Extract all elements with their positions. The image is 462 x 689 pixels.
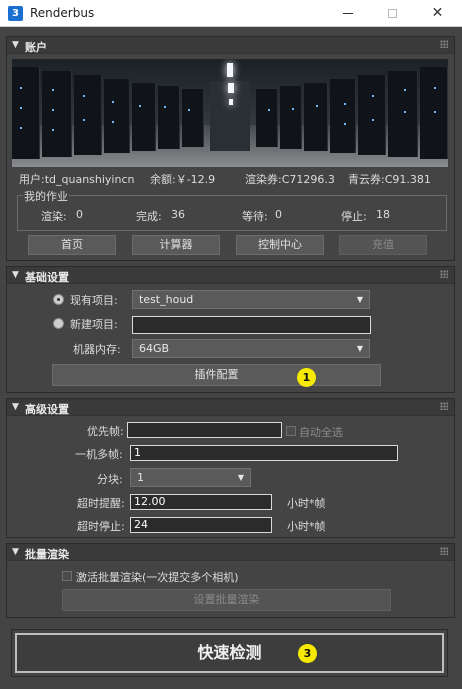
rendering-count: 0 [76, 208, 83, 221]
advanced-settings-title: 高级设置 [25, 403, 69, 416]
timeout-warn-unit: 小时*帧 [287, 497, 326, 510]
account-panel-header[interactable]: ▼ 账户 [7, 37, 454, 54]
dropdown-arrow-icon: ▼ [356, 344, 363, 353]
cloud-coupon: 青云券:C91.381 [348, 173, 431, 186]
app-logo-icon: 3 [8, 6, 23, 21]
step-badge: 3 [298, 644, 317, 663]
memory-select[interactable]: 64GB ▼ [132, 339, 370, 358]
memory-label: 机器内存: [73, 343, 121, 356]
close-button[interactable]: ✕ [415, 0, 460, 27]
plugin-config-button[interactable]: 插件配置 [52, 364, 381, 386]
window-title: Renderbus [30, 6, 95, 20]
basic-settings-header[interactable]: ▼ 基础设置 [7, 267, 454, 284]
timeout-warn-label: 超时提醒: [77, 497, 125, 510]
stopped-label: 停止: [341, 210, 367, 223]
auto-select-all-checkbox[interactable] [286, 426, 296, 436]
advanced-settings-header[interactable]: ▼ 高级设置 [7, 399, 454, 416]
existing-project-label: 现有项目: [70, 294, 118, 307]
new-project-radio[interactable] [53, 318, 64, 329]
title-bar: 3 Renderbus ✕ [0, 0, 462, 27]
timeout-stop-input[interactable]: 24 [130, 517, 272, 533]
minimize-icon [342, 13, 353, 14]
maximize-button[interactable] [370, 0, 415, 27]
step-badge: 1 [297, 368, 316, 387]
timeout-warn-input[interactable]: 12.00 [130, 494, 272, 510]
chunk-label: 分块: [97, 473, 123, 486]
timeout-stop-unit: 小时*帧 [287, 520, 326, 533]
activate-batch-label: 激活批量渲染(一次提交多个相机) [76, 571, 239, 584]
waiting-count: 0 [275, 208, 282, 221]
recharge-button[interactable]: 充值 [339, 235, 427, 255]
stopped-count: 18 [376, 208, 390, 221]
memory-value: 64GB [139, 342, 170, 355]
balance: 余额:￥-12.9 [150, 173, 216, 186]
my-jobs-legend: 我的作业 [23, 188, 69, 204]
new-project-label: 新建项目: [70, 318, 118, 331]
my-jobs-group: 我的作业 渲染: 0 完成: 36 等待: 0 停止: 18 [17, 188, 447, 231]
batch-render-panel: ▼ 批量渲染 激活批量渲染(一次提交多个相机) 设置批量渲染 [6, 543, 455, 618]
account-panel: ▼ 账户 用户:td_quanshiyincn 余额:￥-12.9 渲染券:C7… [6, 36, 455, 261]
maximize-icon [388, 9, 397, 18]
priority-frames-label: 优先帧: [87, 425, 124, 438]
new-project-input[interactable] [132, 316, 371, 334]
batch-render-title: 批量渲染 [25, 548, 69, 561]
activate-batch-checkbox[interactable] [62, 571, 72, 581]
collapse-arrow-icon: ▼ [12, 402, 19, 412]
dropdown-arrow-icon: ▼ [356, 295, 363, 304]
advanced-settings-panel: ▼ 高级设置 优先帧: 自动全选 一机多帧: 1 分块: 1 ▼ 超时提醒: 1… [6, 398, 455, 538]
existing-project-radio[interactable] [53, 294, 64, 305]
grip-icon[interactable] [440, 402, 448, 410]
collapse-arrow-icon: ▼ [12, 547, 19, 557]
multi-frame-input[interactable]: 1 [130, 445, 398, 461]
existing-project-select[interactable]: test_houd ▼ [132, 290, 370, 309]
server-room-banner [12, 59, 448, 167]
priority-frames-input[interactable] [127, 422, 282, 438]
grip-icon[interactable] [440, 40, 448, 48]
done-count: 36 [171, 208, 185, 221]
basic-settings-title: 基础设置 [25, 271, 69, 284]
batch-render-header[interactable]: ▼ 批量渲染 [7, 544, 454, 561]
account-panel-title: 账户 [25, 41, 47, 54]
home-button[interactable]: 首页 [28, 235, 116, 255]
collapse-arrow-icon: ▼ [12, 40, 19, 50]
dropdown-arrow-icon: ▼ [237, 473, 244, 482]
done-label: 完成: [136, 210, 162, 223]
grip-icon[interactable] [440, 270, 448, 278]
render-coupon: 渲染券:C71296.3 [245, 173, 335, 186]
minimize-button[interactable] [325, 0, 370, 27]
user-name: 用户:td_quanshiyincn [19, 173, 135, 186]
rendering-label: 渲染: [41, 210, 67, 223]
waiting-label: 等待: [242, 210, 268, 223]
setup-batch-button[interactable]: 设置批量渲染 [62, 589, 391, 611]
grip-icon[interactable] [440, 547, 448, 555]
existing-project-value: test_houd [139, 293, 194, 306]
basic-settings-panel: ▼ 基础设置 现有项目: test_houd ▼ 新建项目: 机器内存: 64G… [6, 266, 455, 393]
calculator-button[interactable]: 计算器 [132, 235, 220, 255]
chunk-value: 1 [137, 471, 144, 484]
chunk-select[interactable]: 1 ▼ [130, 468, 251, 487]
multi-frame-label: 一机多帧: [75, 448, 123, 461]
console-button[interactable]: 控制中心 [236, 235, 324, 255]
timeout-stop-label: 超时停止: [77, 520, 125, 533]
auto-select-all-label: 自动全选 [299, 426, 343, 439]
collapse-arrow-icon: ▼ [12, 270, 19, 280]
quick-check-button[interactable]: 快速检测 [15, 633, 444, 673]
